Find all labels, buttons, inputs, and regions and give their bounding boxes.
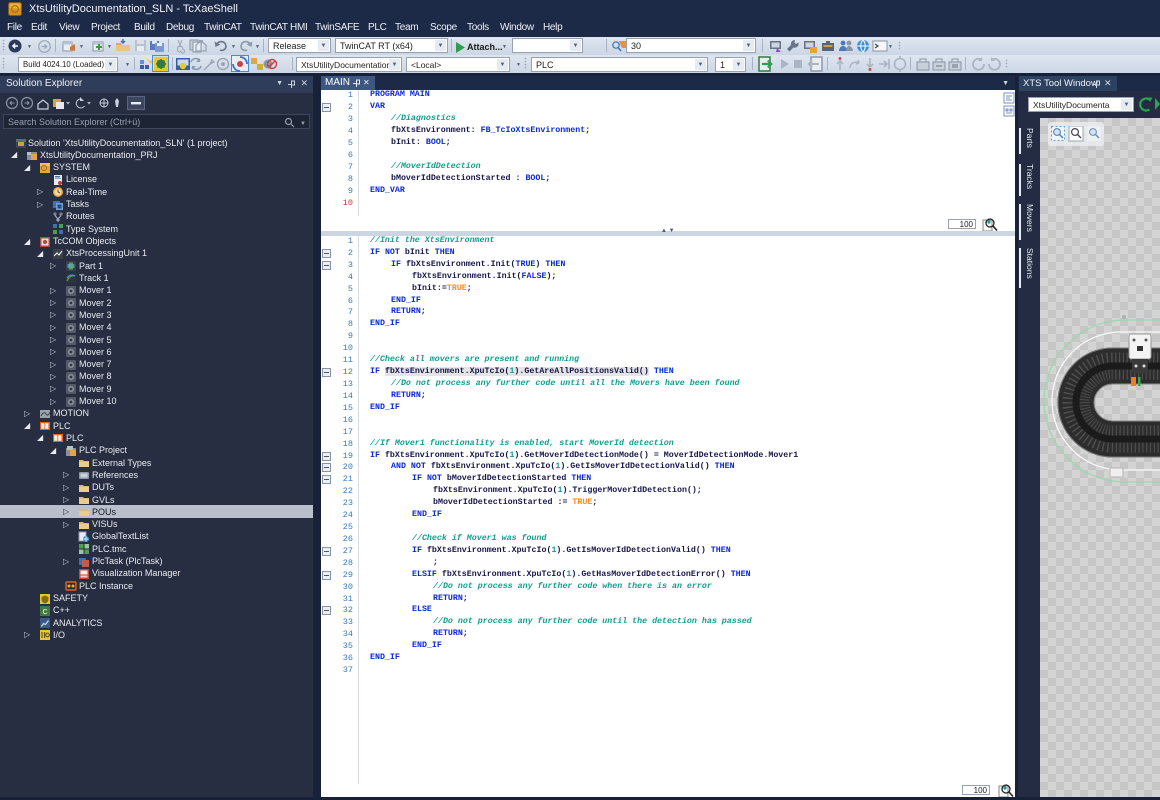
svg-text:C: C — [42, 609, 47, 616]
